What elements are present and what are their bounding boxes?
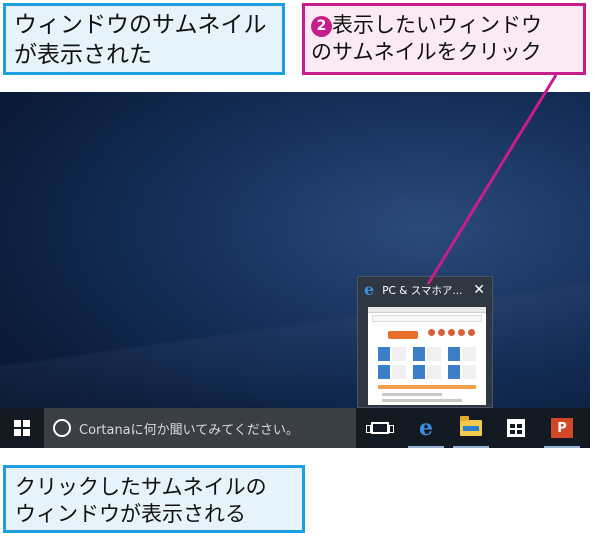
taskbar-edge-button[interactable]: e: [404, 408, 448, 448]
cortana-icon: [53, 419, 71, 437]
taskbar-powerpoint-button[interactable]: P: [540, 408, 584, 448]
step-number-badge: 2: [311, 16, 332, 37]
browser-tabbar: [368, 307, 486, 313]
site-social-icons: [428, 329, 478, 336]
task-view-icon: [366, 422, 394, 434]
windows-logo-icon: [14, 420, 30, 436]
thumbnail-page-image[interactable]: [368, 307, 486, 405]
callout-text: 表示したいウィンドウ: [332, 13, 542, 37]
callout-text-line: が表示された: [14, 41, 152, 68]
desktop-background: [0, 92, 590, 448]
start-button[interactable]: [0, 408, 44, 448]
edge-icon: e: [364, 280, 375, 299]
taskbar-thumbnail-preview[interactable]: e PC & スマホア... ✕: [357, 276, 493, 408]
powerpoint-icon: P: [551, 418, 576, 438]
edge-icon: e: [419, 415, 433, 441]
search-placeholder: Cortanaに何か聞いてみてください。: [79, 422, 299, 438]
taskbar-file-explorer-button[interactable]: [449, 408, 493, 448]
callout-text-line: クリックしたサムネイルの: [15, 475, 267, 499]
taskbar: Cortanaに何か聞いてみてください。 e P: [0, 408, 590, 448]
callout-click-thumbnail: 2 表示したいウィンドウ のサムネイルをクリック: [302, 3, 586, 75]
cortana-search-box[interactable]: Cortanaに何か聞いてみてください。: [44, 408, 356, 448]
thumbnail-title: PC & スマホア...: [382, 284, 463, 297]
text-line: [382, 399, 462, 402]
article-row: [378, 365, 476, 379]
folder-icon: [460, 416, 482, 436]
callout-window-shown: クリックしたサムネイルの ウィンドウが表示される: [3, 465, 305, 533]
task-view-button[interactable]: [358, 408, 402, 448]
text-line: [382, 393, 442, 396]
callout-text-line: 2 表示したいウィンドウ: [311, 12, 577, 39]
callout-text-line: ウィンドウが表示される: [15, 502, 246, 527]
callout-text-line: のサムネイルをクリック: [311, 40, 542, 65]
store-icon: [507, 419, 525, 437]
taskbar-store-button[interactable]: [494, 408, 538, 448]
orange-banner: [378, 385, 476, 389]
site-logo: [388, 331, 418, 339]
callout-thumbnail-shown: ウィンドウのサムネイル が表示された: [3, 3, 285, 75]
close-icon[interactable]: ✕: [473, 282, 485, 298]
callout-text-line: ウィンドウのサムネイル: [14, 12, 267, 38]
article-row: [378, 347, 476, 361]
browser-addressbar: [372, 315, 482, 322]
